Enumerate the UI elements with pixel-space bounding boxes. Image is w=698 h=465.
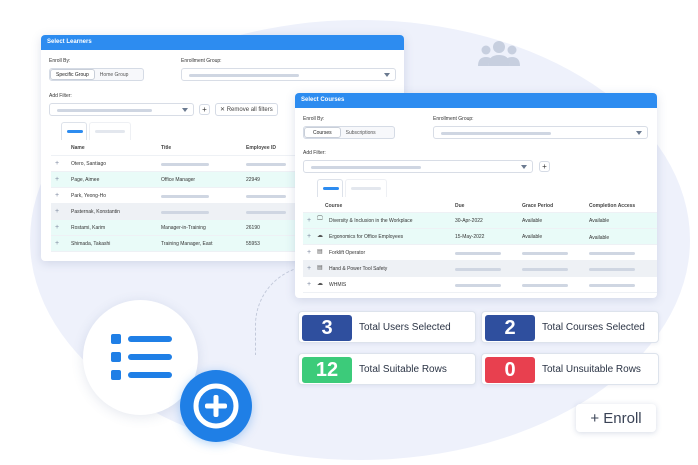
- learner-name: Rostami, Karim: [71, 225, 106, 231]
- option-courses[interactable]: Courses: [304, 127, 341, 138]
- learner-name: Page, Aimee: [71, 177, 100, 183]
- learner-name: Shimada, Takashi: [71, 241, 111, 247]
- table-row[interactable]: + 🖵 Diversity & Inclusion in the Workpla…: [303, 213, 657, 229]
- expand-icon[interactable]: +: [307, 281, 311, 288]
- expand-icon[interactable]: +: [55, 240, 59, 247]
- enrollment-group-label: Enrollment Group:: [433, 116, 474, 122]
- stat-value: 2: [485, 315, 535, 341]
- expand-icon[interactable]: +: [55, 224, 59, 231]
- table-row[interactable]: + ▤ Forklift Operator: [303, 245, 657, 261]
- course-access: Available: [589, 235, 610, 241]
- course-due: 30-Apr-2022: [455, 218, 483, 224]
- enrollment-group-select[interactable]: [181, 68, 396, 81]
- add-filter-label: Add Filter:: [303, 150, 326, 156]
- enroll-by-label: Enroll By:: [303, 116, 325, 122]
- panel-title: Select Learners: [41, 35, 404, 50]
- expand-icon[interactable]: +: [307, 265, 311, 272]
- column-employee-id: Employee ID: [246, 145, 277, 151]
- stat-card-users-selected: 3 Total Users Selected: [298, 311, 476, 343]
- add-filter-select[interactable]: [49, 103, 194, 116]
- column-course: Course: [325, 203, 343, 209]
- course-grace: Available: [522, 218, 543, 224]
- learner-id: 22949: [246, 177, 260, 183]
- chevron-down-icon: [636, 131, 642, 135]
- expand-icon[interactable]: +: [55, 176, 59, 183]
- monitor-icon: 🖵: [317, 216, 323, 222]
- add-filter-select[interactable]: [303, 160, 533, 173]
- learner-title: Office Manager: [161, 177, 196, 183]
- learner-title: Training Manager, East: [161, 241, 213, 247]
- add-filter-button[interactable]: +: [199, 104, 210, 115]
- expand-icon[interactable]: +: [55, 208, 59, 215]
- enroll-by-label: Enroll By:: [49, 58, 71, 64]
- stat-value: 3: [302, 315, 352, 341]
- add-circle-icon: [180, 370, 252, 442]
- tab-other[interactable]: [89, 122, 131, 140]
- option-specific-group[interactable]: Specific Group: [50, 69, 95, 80]
- learner-name: Park, Yeong-Ho: [71, 193, 107, 199]
- column-grace-period: Grace Period: [522, 203, 554, 209]
- enroll-by-toggle: Specific Group Home Group: [49, 68, 144, 81]
- enroll-button[interactable]: + Enroll: [576, 404, 656, 432]
- stat-card-suitable-rows: 12 Total Suitable Rows: [298, 353, 476, 385]
- option-subscriptions[interactable]: Subscriptions: [341, 127, 381, 138]
- chevron-down-icon: [182, 108, 188, 112]
- stat-value: 12: [302, 357, 352, 383]
- users-group-icon: [478, 41, 520, 66]
- learner-id: 26190: [246, 225, 260, 231]
- enrollment-group-select[interactable]: [433, 126, 648, 139]
- add-filter-button[interactable]: +: [539, 161, 550, 172]
- tab-selected[interactable]: [317, 179, 343, 197]
- stat-card-courses-selected: 2 Total Courses Selected: [481, 311, 659, 343]
- panel-title: Select Courses: [295, 93, 657, 108]
- expand-icon[interactable]: +: [307, 233, 311, 240]
- column-completion-access: Completion Access: [589, 203, 636, 209]
- tab-other[interactable]: [345, 179, 387, 197]
- add-filter-label: Add Filter:: [49, 93, 72, 99]
- column-due: Due: [455, 203, 465, 209]
- column-name: Name: [71, 145, 85, 151]
- expand-icon[interactable]: +: [307, 249, 311, 256]
- column-title: Title: [161, 145, 172, 151]
- remove-all-filters-button[interactable]: ✕ Remove all filters: [215, 103, 278, 116]
- stat-label: Total Suitable Rows: [359, 364, 447, 375]
- learner-id: 55953: [246, 241, 260, 247]
- cloud-icon: ☁: [317, 233, 323, 239]
- course-name: Ergonomics for Office Employees: [329, 234, 404, 240]
- course-grace: Available: [522, 234, 543, 240]
- table-row[interactable]: + ☁ Ergonomics for Office Employees 15-M…: [303, 229, 657, 245]
- enroll-by-toggle: Courses Subscriptions: [303, 126, 395, 139]
- stat-value: 0: [485, 357, 535, 383]
- course-access: Available: [589, 218, 610, 224]
- certificate-icon: ▤: [317, 265, 323, 271]
- tab-selected[interactable]: [61, 122, 87, 140]
- select-courses-panel: Select Courses Enroll By: Courses Subscr…: [295, 93, 657, 298]
- certificate-icon: ▤: [317, 249, 323, 255]
- course-name: Diversity & Inclusion in the Workplace: [329, 218, 413, 224]
- expand-icon[interactable]: +: [307, 217, 311, 224]
- table-row[interactable]: + ▤ Hand & Power Tool Safety: [303, 261, 657, 277]
- learner-name: Otero, Santiago: [71, 161, 107, 167]
- chevron-down-icon: [384, 73, 390, 77]
- expand-icon[interactable]: +: [55, 192, 59, 199]
- chevron-down-icon: [521, 165, 527, 169]
- stat-label: Total Users Selected: [359, 322, 451, 333]
- course-name: Forklift Operator: [329, 250, 366, 256]
- table-header: Course Due Grace Period Completion Acces…: [303, 199, 657, 213]
- option-home-group[interactable]: Home Group: [95, 69, 134, 80]
- table-row[interactable]: + ☁ WHMIS: [303, 277, 657, 293]
- cloud-icon: ☁: [317, 281, 323, 287]
- stat-label: Total Courses Selected: [542, 322, 645, 333]
- stat-label: Total Unsuitable Rows: [542, 364, 641, 375]
- enrollment-group-label: Enrollment Group:: [181, 58, 222, 64]
- expand-icon[interactable]: +: [55, 160, 59, 167]
- course-due: 15-May-2022: [455, 234, 485, 240]
- learner-title: Manager-in-Training: [161, 225, 206, 231]
- course-name: Hand & Power Tool Safety: [329, 266, 388, 272]
- learner-name: Pasternak, Konstantin: [71, 209, 120, 215]
- stat-card-unsuitable-rows: 0 Total Unsuitable Rows: [481, 353, 659, 385]
- course-name: WHMIS: [329, 282, 347, 288]
